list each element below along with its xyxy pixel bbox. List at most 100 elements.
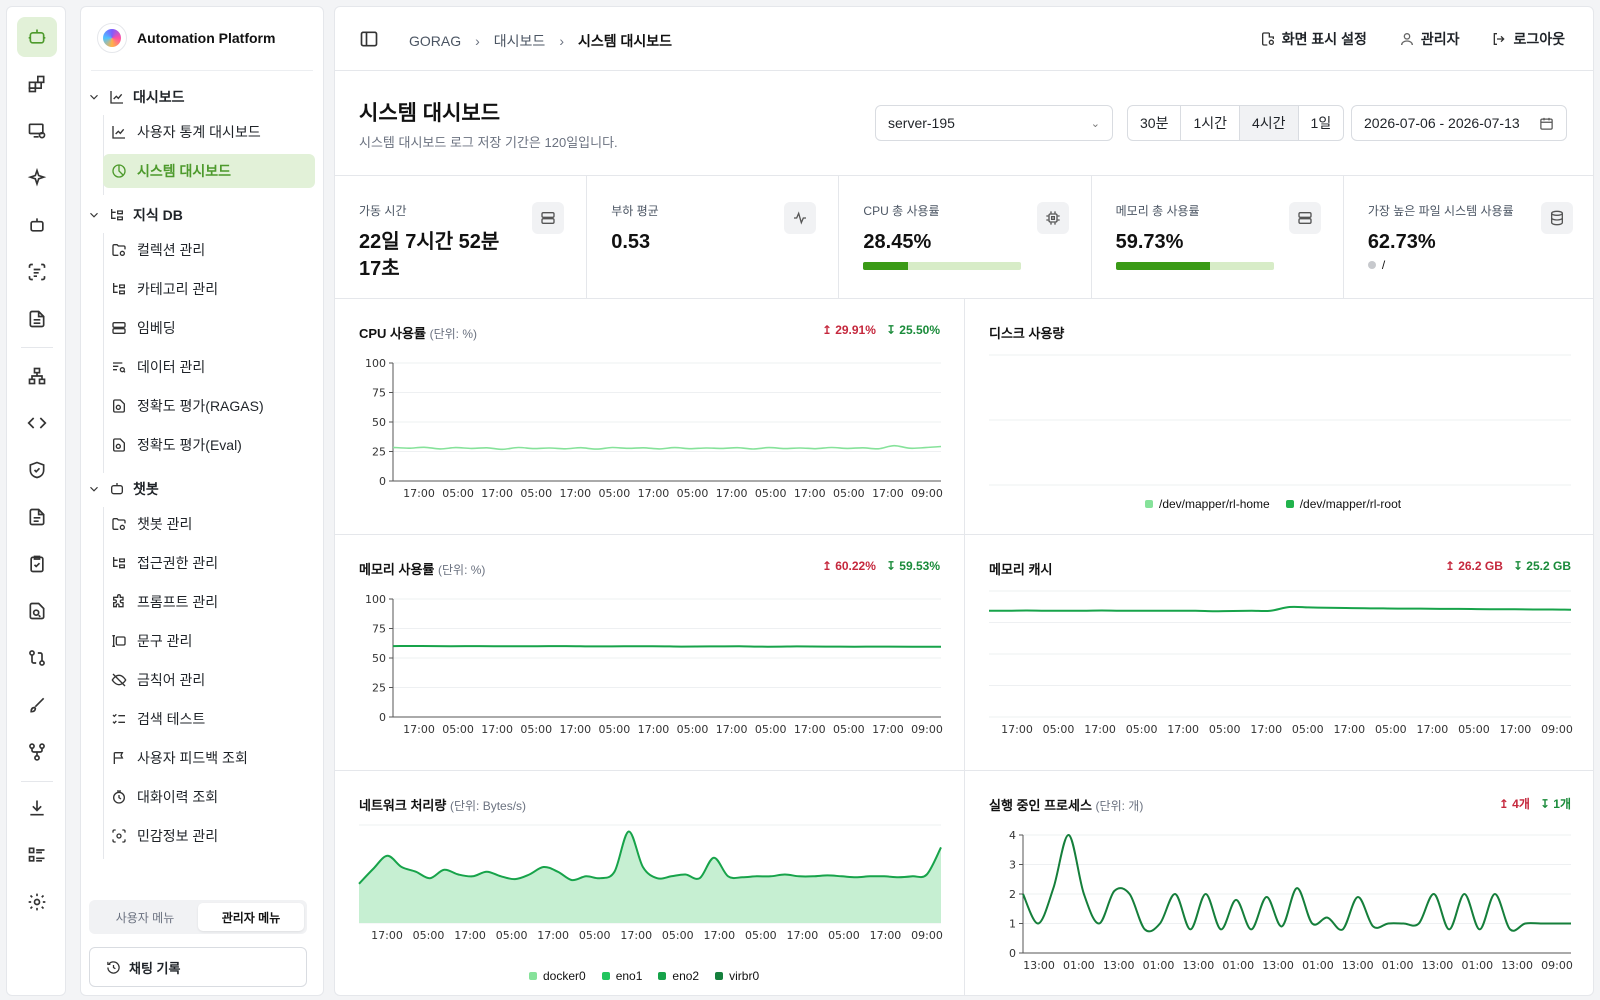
history-icon — [113, 790, 125, 804]
network-icon[interactable] — [17, 356, 57, 396]
breadcrumb-current: 시스템 대시보드 — [578, 33, 673, 49]
nav-group-dashboard[interactable]: 대시보드 — [87, 87, 185, 107]
legend-item[interactable]: /dev/mapper/rl-home — [1145, 497, 1270, 511]
settings-icon[interactable] — [17, 882, 57, 922]
code-icon[interactable] — [17, 403, 57, 443]
panel-toggle-icon[interactable] — [359, 29, 379, 49]
file-text-icon[interactable] — [17, 497, 57, 537]
sidebar-item-eval[interactable]: 정확도 평가(Eval) — [103, 428, 315, 462]
range-option[interactable]: 1시간 — [1181, 106, 1240, 140]
sidebar-item-ragas[interactable]: 정확도 평가(RAGAS) — [103, 389, 315, 423]
x-tick-label: 09:00 — [1541, 959, 1573, 972]
x-tick-label: 17:00 — [638, 723, 670, 736]
y-tick-label: 25 — [372, 446, 386, 459]
folder-tree-icon — [111, 209, 123, 221]
user-menu[interactable]: 관리자 — [1399, 29, 1459, 49]
legend-item[interactable]: /dev/mapper/rl-root — [1285, 497, 1401, 511]
x-tick-label: 17:00 — [870, 929, 902, 942]
x-tick-label: 05:00 — [442, 487, 474, 500]
y-tick-label: 50 — [372, 416, 386, 429]
sidebar-item-access[interactable]: 접근권한 관리 — [103, 546, 315, 580]
x-tick-label: 05:00 — [677, 487, 709, 500]
series-line — [392, 644, 942, 648]
filesystem-mount: / — [1367, 258, 1571, 272]
widgets-icon[interactable] — [17, 64, 57, 104]
page-subtitle: 시스템 대시보드 로그 저장 기간은 120일입니다. — [359, 135, 618, 150]
memory-icon — [1288, 202, 1321, 234]
x-tick-label: 13:00 — [1103, 959, 1135, 972]
download-icon[interactable] — [17, 788, 57, 828]
range-option[interactable]: 1일 — [1299, 106, 1344, 140]
sidebar-item-collections[interactable]: 컬렉션 관리 — [103, 233, 315, 267]
x-tick-label: 05:00 — [1043, 723, 1075, 736]
logout-button[interactable]: 로그아웃 — [1491, 29, 1565, 49]
sidebar-item-sensitive[interactable]: 민감정보 관리 — [103, 819, 315, 853]
sparkles-icon[interactable] — [17, 158, 57, 198]
devices-icon[interactable] — [17, 111, 57, 151]
bot-icon[interactable] — [17, 17, 57, 57]
nav-group-chatbot[interactable]: 챗봇 — [87, 479, 159, 499]
fork-icon[interactable] — [17, 732, 57, 772]
cpu-usage-fill — [863, 262, 909, 270]
sidebar-item-banned-words[interactable]: 금칙어 관리 — [103, 663, 315, 697]
sidebar-item-label: 임베딩 — [137, 320, 176, 336]
server-select[interactable]: server-195 ⌄ — [875, 105, 1113, 141]
git-compare-icon[interactable] — [17, 638, 57, 678]
activity-icon — [784, 202, 817, 234]
x-tick-label: 05:00 — [442, 723, 474, 736]
sidebar-item-phrases[interactable]: 문구 관리 — [103, 624, 315, 658]
y-tick-label: 3 — [1009, 859, 1016, 872]
scan-text-icon[interactable] — [17, 252, 57, 292]
display-settings-button[interactable]: 화면 표시 설정 — [1260, 29, 1367, 49]
sidebar-item-embedding[interactable]: 임베딩 — [103, 311, 315, 345]
legend-item[interactable]: docker0 — [529, 969, 586, 983]
brand-name: Automation Platform — [137, 30, 276, 46]
cpu-chart: 0 25 50 75 100 17:00 05:00 17:00 05:00 17:00 05:00… — [365, 357, 943, 500]
nav-group-label: 지식 DB — [133, 207, 183, 223]
x-tick-label: 05:00 — [1375, 723, 1407, 736]
sidebar-item-label: 검색 테스트 — [137, 711, 206, 727]
x-tick-label: 17:00 — [403, 723, 435, 736]
eye-off-icon — [111, 673, 127, 687]
nav-group-label: 대시보드 — [133, 89, 185, 105]
sidebar-item-data[interactable]: 데이터 관리 — [103, 350, 315, 384]
brand[interactable]: Automation Platform — [97, 23, 275, 53]
x-tick-label: 17:00 — [872, 487, 904, 500]
sidebar-item-user-stats[interactable]: 사용자 통계 대시보드 — [103, 115, 315, 149]
legend-item[interactable]: virbr0 — [715, 969, 759, 983]
admin-menu-tab[interactable]: 관리자 메뉴 — [198, 903, 304, 931]
memory-usage-bar — [1115, 262, 1274, 270]
y-tick-label: 2 — [1009, 888, 1016, 901]
robot-icon[interactable] — [17, 205, 57, 245]
clipboard-check-icon[interactable] — [17, 544, 57, 584]
brush-icon[interactable] — [17, 685, 57, 725]
shield-check-icon[interactable] — [17, 450, 57, 490]
sidebar-item-search-test[interactable]: 검색 테스트 — [103, 702, 315, 736]
chat-history-button[interactable]: 채팅 기록 — [89, 947, 307, 987]
breadcrumb-item[interactable]: 대시보드 — [494, 31, 546, 51]
range-option-selected[interactable]: 4시간 — [1240, 106, 1299, 140]
sidebar-item-feedback[interactable]: 사용자 피드백 조회 — [103, 741, 315, 775]
legend-item[interactable]: eno2 — [658, 969, 699, 983]
document-icon[interactable] — [17, 299, 57, 339]
file-search-icon[interactable] — [17, 591, 57, 631]
sidebar-item-prompts[interactable]: 프롬프트 관리 — [103, 585, 315, 619]
menu-toggle: 사용자 메뉴 관리자 메뉴 — [89, 900, 307, 934]
x-tick-label: 17:00 — [559, 487, 591, 500]
sidebar-item-chatbot-mgmt[interactable]: 챗봇 관리 — [103, 507, 315, 541]
y-tick-label: 0 — [1009, 947, 1016, 960]
puzzle-icon — [113, 594, 124, 608]
nav-group-knowledge-db[interactable]: 지식 DB — [87, 205, 183, 225]
user-menu-tab[interactable]: 사용자 메뉴 — [92, 903, 198, 931]
range-option[interactable]: 30분 — [1128, 106, 1182, 140]
legend-item[interactable]: eno1 — [601, 969, 642, 983]
list-icon[interactable] — [17, 835, 57, 875]
sidebar-item-system-dashboard[interactable]: 시스템 대시보드 — [103, 154, 315, 188]
icon-rail — [6, 6, 66, 996]
sidebar-item-chat-logs[interactable]: 대화이력 조회 — [103, 780, 315, 814]
memory-chart-card: 메모리 사용률 (단위: %) ↥ 60.22% ↧ 59.53% 0 25 50 7… — [335, 535, 965, 771]
sidebar-item-categories[interactable]: 카테고리 관리 — [103, 272, 315, 306]
time-range-group: 30분 1시간 4시간 1일 — [1127, 105, 1345, 141]
date-range-picker[interactable]: 2026-07-06 - 2026-07-13 — [1351, 105, 1567, 141]
breadcrumb-item[interactable]: GORAG — [409, 33, 461, 49]
